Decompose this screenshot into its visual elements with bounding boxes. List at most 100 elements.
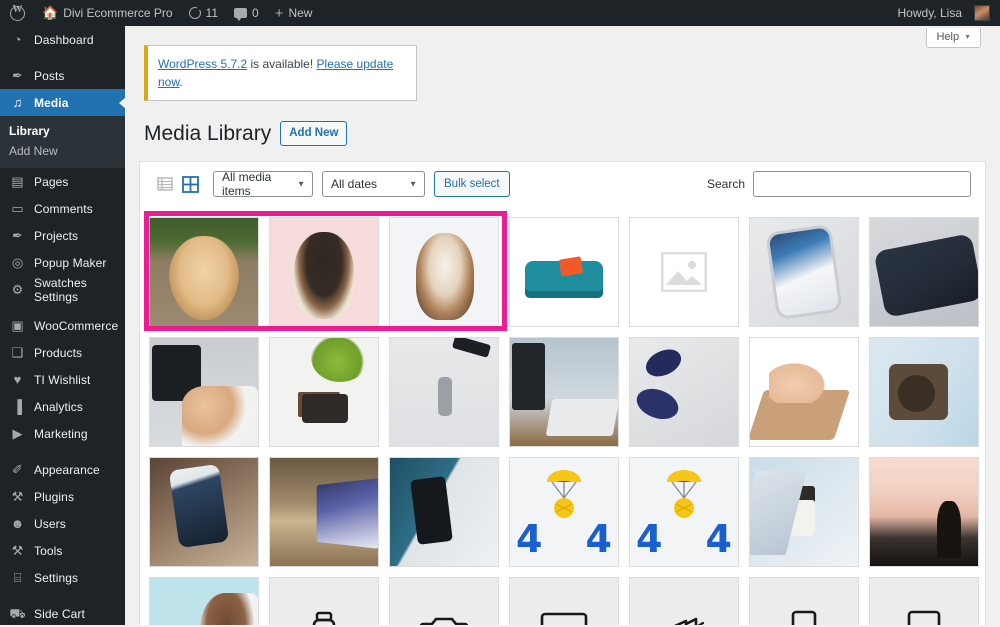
media-grid-container: 4444 [139,206,986,625]
person-holding-camera-photo[interactable] [869,337,979,448]
sidebar-item-comments[interactable]: ▭ Comments [0,195,125,222]
icon-camera-glyph [390,578,498,625]
wordpress-logo-menu[interactable] [0,0,34,26]
thumbnail-image [630,338,738,447]
dashboard-icon: ◔ [13,32,22,47]
dog-corgi-photo[interactable] [389,217,499,328]
wordpress-logo-icon [10,4,25,21]
sunset-silhouette-photo[interactable] [869,457,979,568]
404-parachute-graphic[interactable]: 44 [509,457,619,568]
sidebar-item-label: Posts [34,68,65,83]
tablet-icon-graphic[interactable] [869,577,979,625]
plug-icon: ⚒ [11,489,24,504]
sidebar-item-products[interactable]: ❑ Products [0,339,125,366]
camera-flatlay-photo[interactable] [269,337,379,448]
sidebar-item-side-cart[interactable]: ⛟ Side Cart [0,600,125,627]
sidebar-item-projects[interactable]: ✒ Projects [0,222,125,249]
teal-sofa-product-photo[interactable] [509,217,619,328]
help-tab-button[interactable]: Help ▼ [926,28,981,48]
thumbnail-image [750,218,858,327]
sidebar-item-label: Projects [34,228,79,243]
sidebar-item-settings[interactable]: ⌸ Settings [0,564,125,591]
comments-icon: ▭ [11,201,24,216]
sidebar-item-dashboard[interactable]: ◔ Dashboard [0,26,125,53]
sidebar-item-plugins[interactable]: ⚒ Plugins [0,483,125,510]
bulk-select-button[interactable]: Bulk select [434,171,510,198]
home-icon: 🏠 [42,5,59,20]
submenu-item-library[interactable]: Library [0,121,125,141]
thumbnail-image [390,218,498,327]
list-view-icon[interactable] [154,173,176,195]
add-new-button[interactable]: Add New [280,121,348,147]
date-filter[interactable]: All dates ▼ [322,171,425,198]
icon-phone-glyph [750,578,858,625]
pin-icon: ✒ [12,68,23,83]
thumbnail-image [150,218,258,327]
sidebar-item-posts[interactable]: ✒ Posts [0,62,125,89]
sidebar-item-popup-maker[interactable]: ◎ Popup Maker [0,249,125,276]
new-content-menu[interactable]: + New [267,0,321,26]
sidebar-item-marketing[interactable]: ▶ Marketing [0,420,125,447]
thumbnail-image: 44 [630,458,738,567]
media-icon: ♫ [12,95,23,110]
laptop-on-desk-photo[interactable] [269,457,379,568]
videographer-camera-photo[interactable] [149,337,259,448]
dog-jack-russell-photo[interactable] [269,217,379,328]
sidebar-item-media[interactable]: ♫ Media [0,89,126,116]
mobile-phone-icon-graphic[interactable] [749,577,859,625]
curved-smartphone-photo[interactable] [749,217,859,328]
sidebar-item-tools[interactable]: ⚒ Tools [0,537,125,564]
desk-speakers-laptop-photo[interactable] [509,337,619,448]
image-placeholder-thumbnail[interactable] [629,217,739,328]
hand-holding-black-phone-photo[interactable] [389,457,499,568]
icon-tablet-glyph [870,578,978,625]
dog-golden-retriever-photo[interactable] [149,217,259,328]
sidebar-item-swatches-settings[interactable]: ⚙ Swatches Settings [0,276,125,304]
desktop-monitor-icon-graphic[interactable] [509,577,619,625]
chevron-down-icon: ▼ [964,33,971,41]
thumbnail-image [150,578,258,625]
thumbnail-image: 44 [510,458,618,567]
comment-bubble-icon [234,8,248,21]
error-digit-left: 4 [516,517,543,562]
updates-menu[interactable]: 11 [181,0,226,26]
sidebar-item-pages[interactable]: ▤ Pages [0,168,125,195]
media-type-filter[interactable]: All media items ▼ [213,170,313,199]
updates-count: 11 [205,6,219,20]
search-input[interactable] [753,171,971,198]
blue-earbuds-photo[interactable] [629,337,739,448]
thumbnail-image [510,218,618,327]
camera-icon-graphic[interactable] [389,577,499,625]
update-notice: WordPress 5.7.2 is available! Please upd… [144,45,417,101]
comments-menu[interactable]: 0 [226,0,267,26]
hands-typing-laptop-photo[interactable] [749,337,859,448]
sidebar-item-label: Pages [34,174,69,189]
thumbnail-image [750,458,858,567]
hand-holding-white-phone-photo[interactable] [149,457,259,568]
studio-microphone-photo[interactable] [389,337,499,448]
site-name-menu[interactable]: 🏠 Divi Ecommerce Pro [34,0,181,26]
new-label: New [288,6,313,20]
vr-headset-woman-photo[interactable] [149,577,259,625]
media-submenu: Library Add New [0,116,125,168]
laptop-coffee-cup-photo[interactable] [749,457,859,568]
site-name-label: Divi Ecommerce Pro [63,6,173,20]
view-switcher [154,173,201,195]
media-type-filter-value: All media items [222,170,272,199]
sidebar-item-analytics[interactable]: ▐ Analytics [0,393,125,420]
admin-sidebar: ◔ Dashboard ✒ Posts ♫ Media Library Add New ▤ Pag… [0,26,126,627]
account-menu[interactable]: Howdy, Lisa [890,0,1000,26]
image-placeholder-icon [630,218,738,327]
sidebar-item-users[interactable]: ☻ Users [0,510,125,537]
wordpress-version-link[interactable]: WordPress 5.7.2 [158,57,247,71]
sidebar-item-label: Popup Maker [34,255,107,270]
megaphone-icon-graphic[interactable] [629,577,739,625]
sidebar-item-appearance[interactable]: ✐ Appearance [0,456,125,483]
sidebar-item-woocommerce[interactable]: ▣ WooCommerce [0,312,125,339]
grid-view-icon[interactable] [179,173,201,195]
submenu-item-add-new[interactable]: Add New [0,141,125,161]
smartwatch-icon-graphic[interactable] [269,577,379,625]
sidebar-item-ti-wishlist[interactable]: ♥ TI Wishlist [0,366,125,393]
black-phone-case-photo[interactable] [869,217,979,328]
404-parachute-graphic-2[interactable]: 44 [629,457,739,568]
